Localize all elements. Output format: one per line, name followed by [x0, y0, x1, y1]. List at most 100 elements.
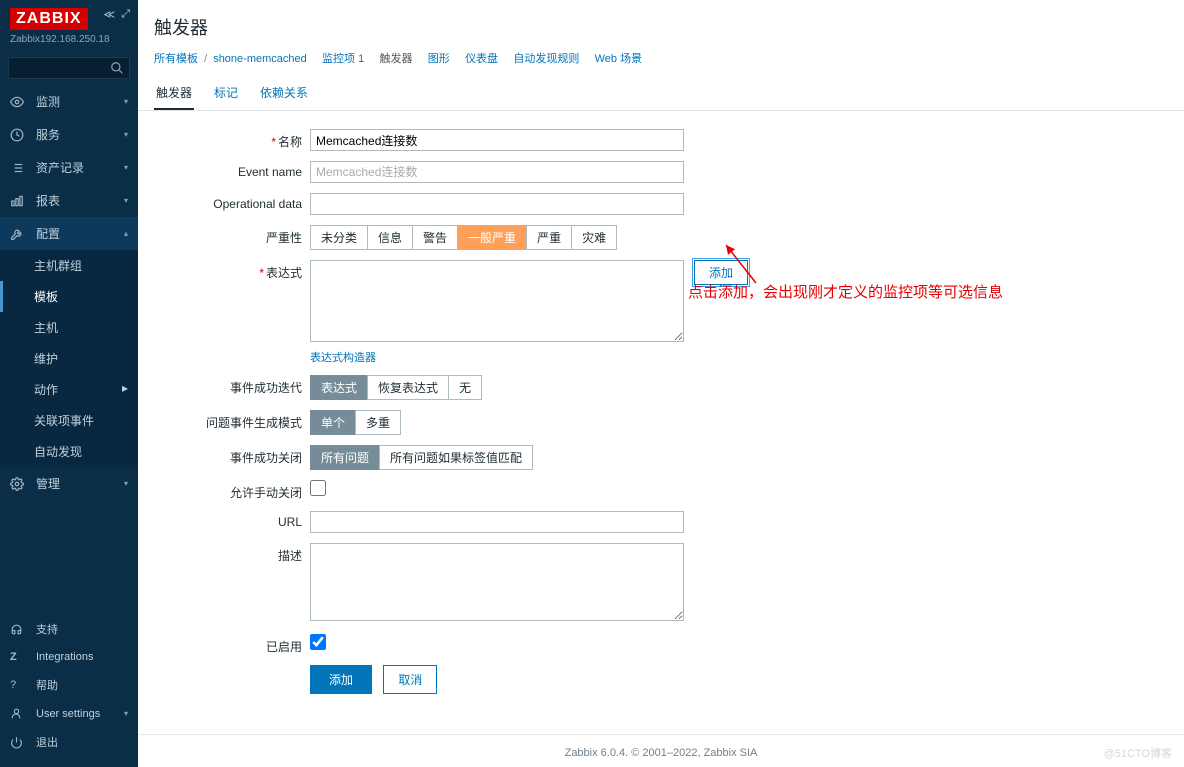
submit-button[interactable]: 添加: [310, 665, 372, 694]
label-okgen: 事件成功迭代: [154, 375, 310, 396]
nav-support[interactable]: 支持: [0, 614, 138, 644]
main-nav: 监测 ▾ 服务 ▾ 资产记录 ▾ 报表 ▾ 配置 ▴: [0, 85, 138, 614]
gear-icon: [10, 477, 28, 491]
bc-dashboards[interactable]: 仪表盘: [465, 53, 498, 65]
nav-reports[interactable]: 报表 ▾: [0, 184, 138, 217]
search-icon[interactable]: [110, 61, 124, 75]
server-host: Zabbix192.168.250.18: [10, 34, 128, 45]
subnav-correlation[interactable]: 关联项事件: [0, 405, 138, 436]
chevron-down-icon: ▾: [124, 479, 128, 488]
subnav-discovery[interactable]: 自动发现: [0, 436, 138, 467]
input-opdata[interactable]: [310, 193, 684, 215]
nav-services[interactable]: 服务 ▾: [0, 118, 138, 151]
sidebar-header: ZABBIX ≪ ⤢ Zabbix192.168.250.18: [0, 0, 138, 51]
label-name: 名称: [154, 129, 310, 150]
bc-graphs[interactable]: 图形: [428, 53, 450, 65]
subnav-maintenance[interactable]: 维护: [0, 343, 138, 374]
okclose-tag[interactable]: 所有问题如果标签值匹配: [379, 445, 533, 470]
chevron-down-icon: ▾: [124, 709, 128, 718]
nav-inventory[interactable]: 资产记录 ▾: [0, 151, 138, 184]
user-icon: [10, 707, 28, 720]
subnav-hosts[interactable]: 主机: [0, 312, 138, 343]
clock-icon: [10, 128, 28, 142]
okgen-expr[interactable]: 表达式: [310, 375, 368, 400]
chart-icon: [10, 194, 28, 208]
bc-all-templates[interactable]: 所有模板: [154, 53, 198, 65]
tab-tag[interactable]: 标记: [212, 76, 240, 110]
headset-icon: [10, 623, 28, 636]
power-icon: [10, 736, 28, 749]
tab-bar: 触发器 标记 依赖关系: [138, 76, 1184, 111]
nav-admin[interactable]: 管理 ▾: [0, 467, 138, 500]
chevron-up-icon: ▴: [124, 229, 128, 238]
sev-na[interactable]: 未分类: [310, 225, 368, 250]
breadcrumb: 所有模板 / shone-memcached 监控项 1 触发器 图形 仪表盘 …: [138, 50, 1184, 76]
input-desc[interactable]: [310, 543, 684, 621]
sidebar: ZABBIX ≪ ⤢ Zabbix192.168.250.18 监测 ▾ 服务 …: [0, 0, 138, 767]
bc-discovery[interactable]: 自动发现规则: [513, 53, 579, 65]
label-url: URL: [154, 511, 310, 529]
cancel-button[interactable]: 取消: [383, 665, 437, 694]
subnav-templates[interactable]: 模板: [0, 281, 138, 312]
input-eventname[interactable]: [310, 161, 684, 183]
label-problem-mode: 问题事件生成模式: [154, 410, 310, 431]
logo: ZABBIX: [10, 8, 88, 30]
chk-enabled[interactable]: [310, 634, 326, 650]
nav-help[interactable]: ? 帮助: [0, 670, 138, 700]
link-expr-builder[interactable]: 表达式构造器: [310, 349, 376, 365]
search-box: [8, 57, 130, 79]
mode-multi[interactable]: 多重: [355, 410, 401, 435]
bc-web[interactable]: Web 场景: [595, 53, 642, 65]
input-url[interactable]: [310, 511, 684, 533]
sev-avg[interactable]: 一般严重: [457, 225, 527, 250]
nav-label: 支持: [36, 621, 58, 637]
question-icon: ?: [10, 679, 28, 691]
nav-label: 配置: [36, 225, 60, 242]
input-expression[interactable]: [310, 260, 684, 342]
config-submenu: 主机群组 模板 主机 维护 动作▸ 关联项事件 自动发现: [0, 250, 138, 467]
label-desc: 描述: [154, 543, 310, 564]
subnav-hostgroups[interactable]: 主机群组: [0, 250, 138, 281]
okclose-all[interactable]: 所有问题: [310, 445, 380, 470]
eye-icon: [10, 95, 28, 109]
sev-high[interactable]: 严重: [526, 225, 572, 250]
tab-trigger[interactable]: 触发器: [154, 76, 194, 110]
nav-integrations[interactable]: Z Integrations: [0, 644, 138, 670]
expand-icon[interactable]: ⤢: [121, 8, 130, 21]
nav-config[interactable]: 配置 ▴: [0, 217, 138, 250]
page-title: 触发器: [138, 0, 1184, 50]
bc-items[interactable]: 监控项 1: [322, 53, 364, 65]
chevron-down-icon: ▾: [124, 97, 128, 106]
nav-label: 服务: [36, 126, 60, 143]
subnav-actions[interactable]: 动作▸: [0, 374, 138, 405]
nav-label: User settings: [36, 708, 100, 720]
chevron-down-icon: ▾: [124, 163, 128, 172]
nav-signout[interactable]: 退出: [0, 727, 138, 757]
mode-single[interactable]: 单个: [310, 410, 356, 435]
sev-info[interactable]: 信息: [367, 225, 413, 250]
annotation-text: 点击添加，会出现刚才定义的监控项等可选信息: [688, 281, 1003, 302]
okclose-selector: 所有问题 所有问题如果标签值匹配: [310, 445, 684, 470]
sidebar-footer: 支持 Z Integrations ? 帮助 User settings ▾ 退…: [0, 614, 138, 767]
watermark: @51CTO博客: [1104, 745, 1172, 761]
okgen-none[interactable]: 无: [448, 375, 482, 400]
nav-monitoring[interactable]: 监测 ▾: [0, 85, 138, 118]
chevron-down-icon: ▾: [124, 130, 128, 139]
nav-label: 监测: [36, 93, 60, 110]
sev-disaster[interactable]: 灾难: [571, 225, 617, 250]
z-icon: Z: [10, 651, 28, 663]
input-name[interactable]: [310, 129, 684, 151]
okgen-recexpr[interactable]: 恢复表达式: [367, 375, 449, 400]
label-okclose: 事件成功关闭: [154, 445, 310, 466]
okgen-selector: 表达式 恢复表达式 无: [310, 375, 684, 400]
wrench-icon: [10, 227, 28, 241]
bc-template[interactable]: shone-memcached: [213, 53, 307, 65]
chk-manual-close[interactable]: [310, 480, 326, 496]
sev-warn[interactable]: 警告: [412, 225, 458, 250]
nav-usersettings[interactable]: User settings ▾: [0, 700, 138, 727]
trigger-form: 名称 Event name Operational data 严重性 未分类 信…: [138, 111, 1184, 734]
collapse-icon[interactable]: ≪: [104, 8, 116, 21]
tab-deps[interactable]: 依赖关系: [258, 76, 310, 110]
label-eventname: Event name: [154, 161, 310, 179]
nav-label: Integrations: [36, 651, 93, 663]
